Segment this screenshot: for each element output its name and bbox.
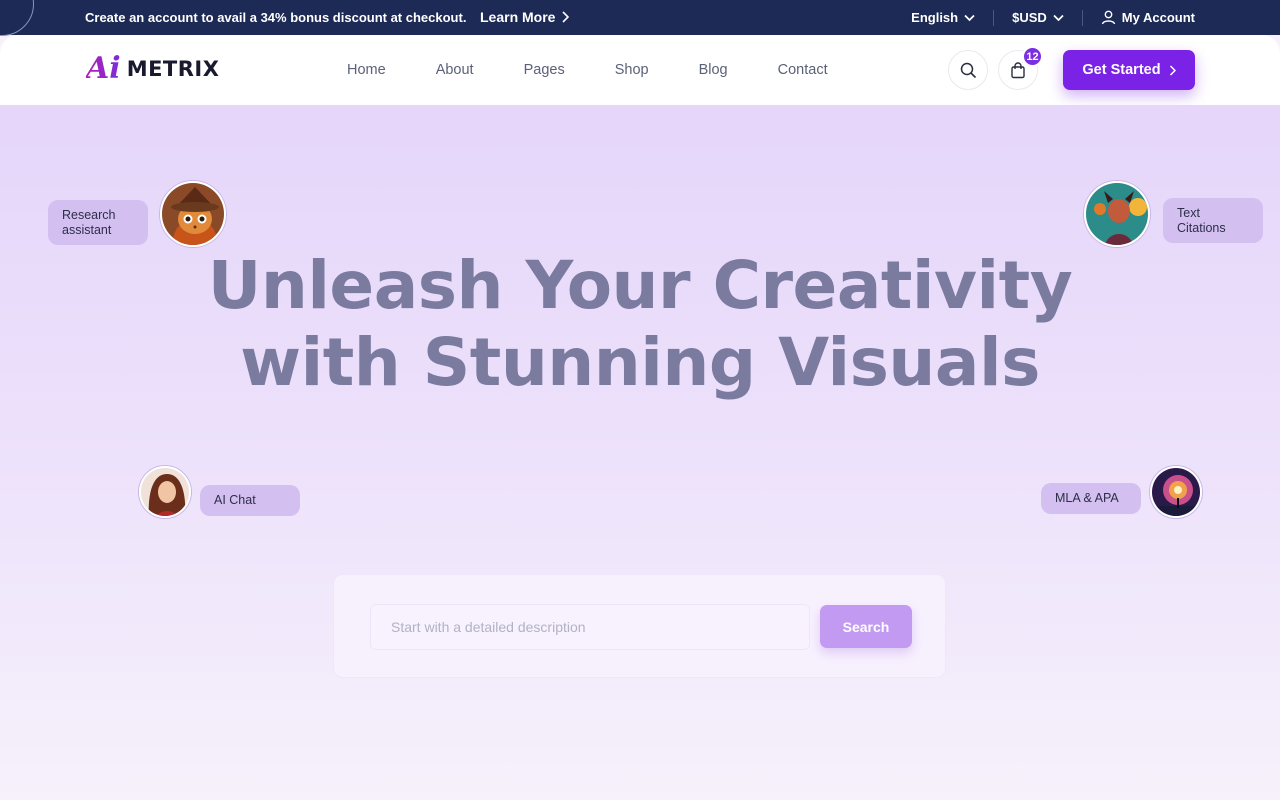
- avatar-cat-character: [160, 181, 226, 247]
- chevron-right-icon: [562, 11, 570, 23]
- my-account-label: My Account: [1121, 10, 1195, 25]
- main-nav: Home About Pages Shop Blog Contact: [347, 35, 878, 105]
- mla-apa-tag: MLA & APA: [1041, 483, 1141, 514]
- nav-home[interactable]: Home: [347, 62, 386, 78]
- avatar-cosmic-scene: [1150, 466, 1202, 518]
- prompt-search-card: Search: [333, 574, 946, 678]
- decorative-circle: [0, 0, 34, 36]
- announcement-bar: Create an account to avail a 34% bonus d…: [0, 0, 1280, 36]
- search-button[interactable]: [948, 50, 988, 90]
- avatar-fantasy-character: [1084, 181, 1150, 247]
- ai-chat-tag: AI Chat: [200, 485, 300, 516]
- cart-button[interactable]: 12: [998, 46, 1043, 90]
- hero-heading-line1: Unleash Your Creativity: [207, 247, 1073, 324]
- avatar-woman-character: [139, 466, 191, 518]
- user-icon: [1101, 10, 1115, 25]
- logo-mark: Ai: [86, 51, 121, 86]
- my-account-link[interactable]: My Account: [1083, 10, 1195, 25]
- search-icon: [960, 62, 976, 78]
- chevron-down-icon: [1053, 14, 1064, 21]
- hero-heading-line2: with Stunning Visuals: [240, 324, 1040, 401]
- woman-character-image: [141, 468, 189, 516]
- prompt-input[interactable]: [370, 604, 810, 650]
- hero-section: Unleash Your Creativity with Stunning Vi…: [0, 105, 1280, 800]
- nav-pages[interactable]: Pages: [524, 62, 565, 78]
- logo-wordmark: METRIX: [126, 57, 220, 81]
- site-header: Ai METRIX Home About Pages Shop Blog Con…: [0, 35, 1280, 105]
- nav-contact[interactable]: Contact: [778, 62, 828, 78]
- fantasy-character-image: [1086, 183, 1148, 245]
- language-selector[interactable]: English: [893, 10, 993, 25]
- currency-selector[interactable]: $USD: [994, 10, 1082, 25]
- learn-more-label: Learn More: [480, 9, 556, 25]
- currency-value: $USD: [1012, 10, 1047, 25]
- learn-more-link[interactable]: Learn More: [480, 9, 570, 25]
- nav-about[interactable]: About: [436, 62, 474, 78]
- logo[interactable]: Ai METRIX: [86, 53, 219, 85]
- hero-heading: Unleash Your Creativity with Stunning Vi…: [0, 247, 1280, 401]
- research-assistant-tag: Research assistant: [48, 200, 148, 245]
- get-started-button[interactable]: Get Started: [1063, 50, 1195, 90]
- nav-shop[interactable]: Shop: [615, 62, 649, 78]
- nav-blog[interactable]: Blog: [699, 62, 728, 78]
- text-citations-tag: Text Citations: [1163, 198, 1263, 243]
- shopping-bag-icon: [1011, 61, 1025, 78]
- cart-count-badge: 12: [1022, 46, 1043, 67]
- cat-character-image: [162, 183, 224, 245]
- chevron-right-icon: [1169, 64, 1176, 76]
- chevron-down-icon: [964, 14, 975, 21]
- get-started-label: Get Started: [1082, 62, 1161, 78]
- cosmic-scene-image: [1152, 468, 1200, 516]
- search-submit-button[interactable]: Search: [820, 605, 912, 648]
- language-value: English: [911, 10, 959, 25]
- promo-text: Create an account to avail a 34% bonus d…: [85, 10, 467, 25]
